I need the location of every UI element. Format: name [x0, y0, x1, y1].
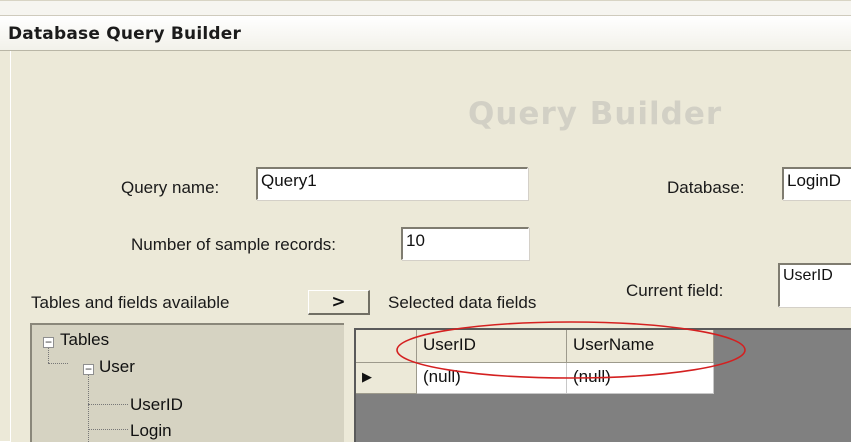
query-name-label: Query name:	[121, 178, 220, 197]
add-field-button[interactable]: >	[308, 290, 370, 315]
tables-tree[interactable]: − Tables − User UserID Login	[30, 323, 344, 442]
grid-corner	[356, 330, 417, 363]
tree-field-login[interactable]: Login	[130, 421, 172, 441]
tree-line	[88, 375, 89, 442]
title-bar[interactable]: Database Query Builder	[0, 15, 851, 51]
window-top-edge	[0, 1, 851, 15]
current-field-value[interactable]: UserID	[778, 263, 851, 307]
column-header-userid[interactable]: UserID	[417, 330, 567, 363]
tree-node-user[interactable]: User	[99, 357, 135, 377]
database-field[interactable]: LoginD	[782, 167, 851, 200]
query-name-input[interactable]: Query1	[256, 167, 528, 200]
collapse-tables-icon[interactable]: −	[43, 336, 54, 348]
tree-line	[48, 363, 68, 364]
grid-cell-userid[interactable]: (null)	[417, 363, 567, 394]
row-indicator-icon[interactable]: ▶	[356, 363, 417, 394]
page-heading: Query Builder	[468, 96, 723, 132]
grid-cell-username[interactable]: (null)	[567, 363, 714, 394]
tables-fields-label: Tables and fields available	[31, 293, 230, 312]
tree-node-tables[interactable]: Tables	[60, 330, 109, 350]
query-builder-window: Database Query Builder Query Builder Que…	[0, 0, 851, 442]
window-title: Database Query Builder	[8, 24, 242, 44]
sample-records-label: Number of sample records:	[131, 235, 337, 254]
tree-line	[88, 429, 128, 430]
tree-line	[48, 347, 49, 363]
current-field-label: Current field:	[626, 281, 724, 300]
selected-fields-label: Selected data fields	[388, 293, 537, 312]
tree-field-userid[interactable]: UserID	[130, 395, 183, 415]
column-header-username[interactable]: UserName	[567, 330, 714, 363]
sample-records-input[interactable]: 10	[401, 227, 529, 260]
collapse-user-icon[interactable]: −	[83, 363, 94, 375]
selected-fields-grid[interactable]: UserID UserName ▶ (null) (null)	[354, 328, 851, 442]
tree-line	[88, 404, 128, 405]
database-label: Database:	[667, 178, 745, 197]
